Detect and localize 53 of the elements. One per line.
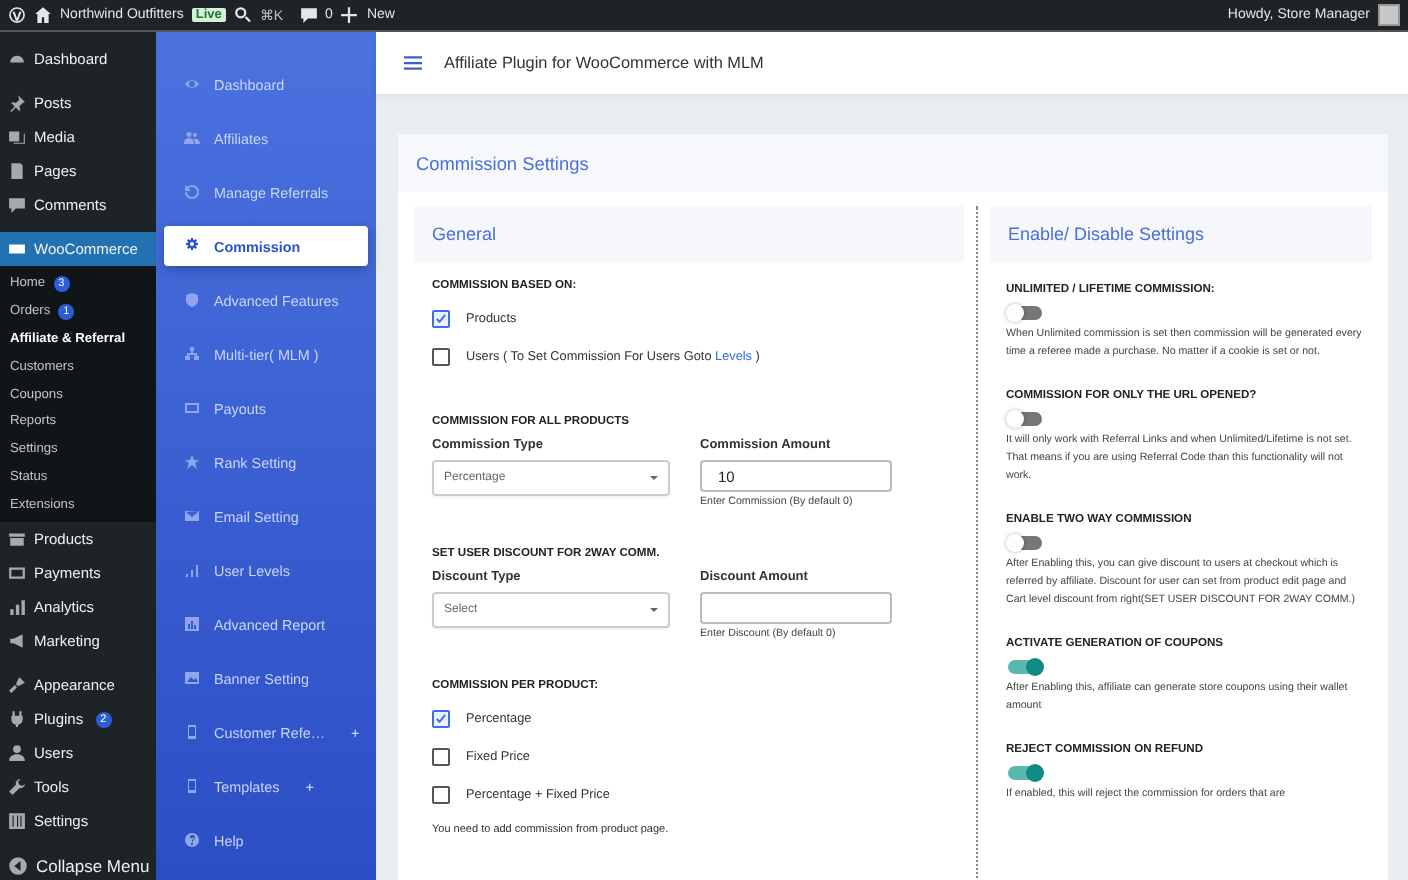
hierarchy-icon	[184, 346, 200, 362]
megaphone-icon	[8, 632, 26, 651]
refresh-icon	[184, 184, 200, 200]
wrench-icon	[8, 778, 26, 797]
caret-icon	[650, 476, 658, 480]
checkbox[interactable]	[432, 348, 450, 366]
panel-title: Enable/ Disable Settings	[1008, 224, 1205, 244]
toggle-switch[interactable]	[1008, 766, 1042, 780]
checkbox[interactable]	[432, 710, 450, 728]
pushpin-icon	[8, 94, 26, 112]
checkbox[interactable]	[432, 310, 450, 328]
plus-icon[interactable]	[340, 6, 359, 24]
card-icon	[184, 400, 200, 416]
picture-icon	[184, 670, 200, 686]
toggle-switch[interactable]	[1008, 306, 1042, 320]
user-icon	[8, 744, 26, 763]
speech-bubble-icon	[8, 196, 26, 214]
paintbrush-icon	[8, 676, 26, 695]
input-field[interactable]	[700, 592, 892, 624]
checkbox[interactable]	[432, 748, 450, 766]
collapse-icon	[8, 855, 28, 876]
site-logo-icon[interactable]	[8, 6, 26, 24]
help-icon	[184, 832, 200, 848]
toggle-switch[interactable]	[1008, 660, 1042, 674]
signal-bars-icon	[184, 562, 200, 578]
page-title: Affiliate Plugin for WooCommerce with MLM	[444, 54, 764, 72]
sliders-icon	[8, 812, 26, 831]
checkbox[interactable]	[432, 786, 450, 804]
bar-chart-icon	[184, 616, 200, 632]
home-icon[interactable]	[34, 6, 52, 24]
comment-icon[interactable]	[299, 6, 318, 24]
bar-chart-icon	[8, 598, 26, 617]
panel-title: General	[432, 224, 497, 244]
toggle-switch[interactable]	[1008, 412, 1042, 426]
collapse-menu-button[interactable]: Collapse Menu	[0, 848, 156, 880]
star-icon	[184, 454, 200, 470]
users-icon	[184, 130, 200, 146]
envelope-icon	[184, 508, 200, 524]
card-icon	[8, 564, 26, 583]
plug-icon	[8, 710, 26, 729]
archive-icon	[8, 530, 26, 549]
gear-icon	[184, 238, 200, 254]
menu-icon[interactable]	[404, 56, 422, 70]
toggle-switch[interactable]	[1008, 536, 1042, 550]
caret-icon	[650, 608, 658, 612]
phone-icon	[184, 724, 200, 740]
search-icon[interactable]	[233, 6, 252, 24]
images-icon	[8, 128, 26, 146]
page-icon	[8, 162, 26, 180]
phone-icon	[184, 778, 200, 794]
card-title: Commission Settings	[416, 153, 589, 173]
shield-icon	[184, 292, 200, 308]
eye-icon	[184, 76, 200, 92]
